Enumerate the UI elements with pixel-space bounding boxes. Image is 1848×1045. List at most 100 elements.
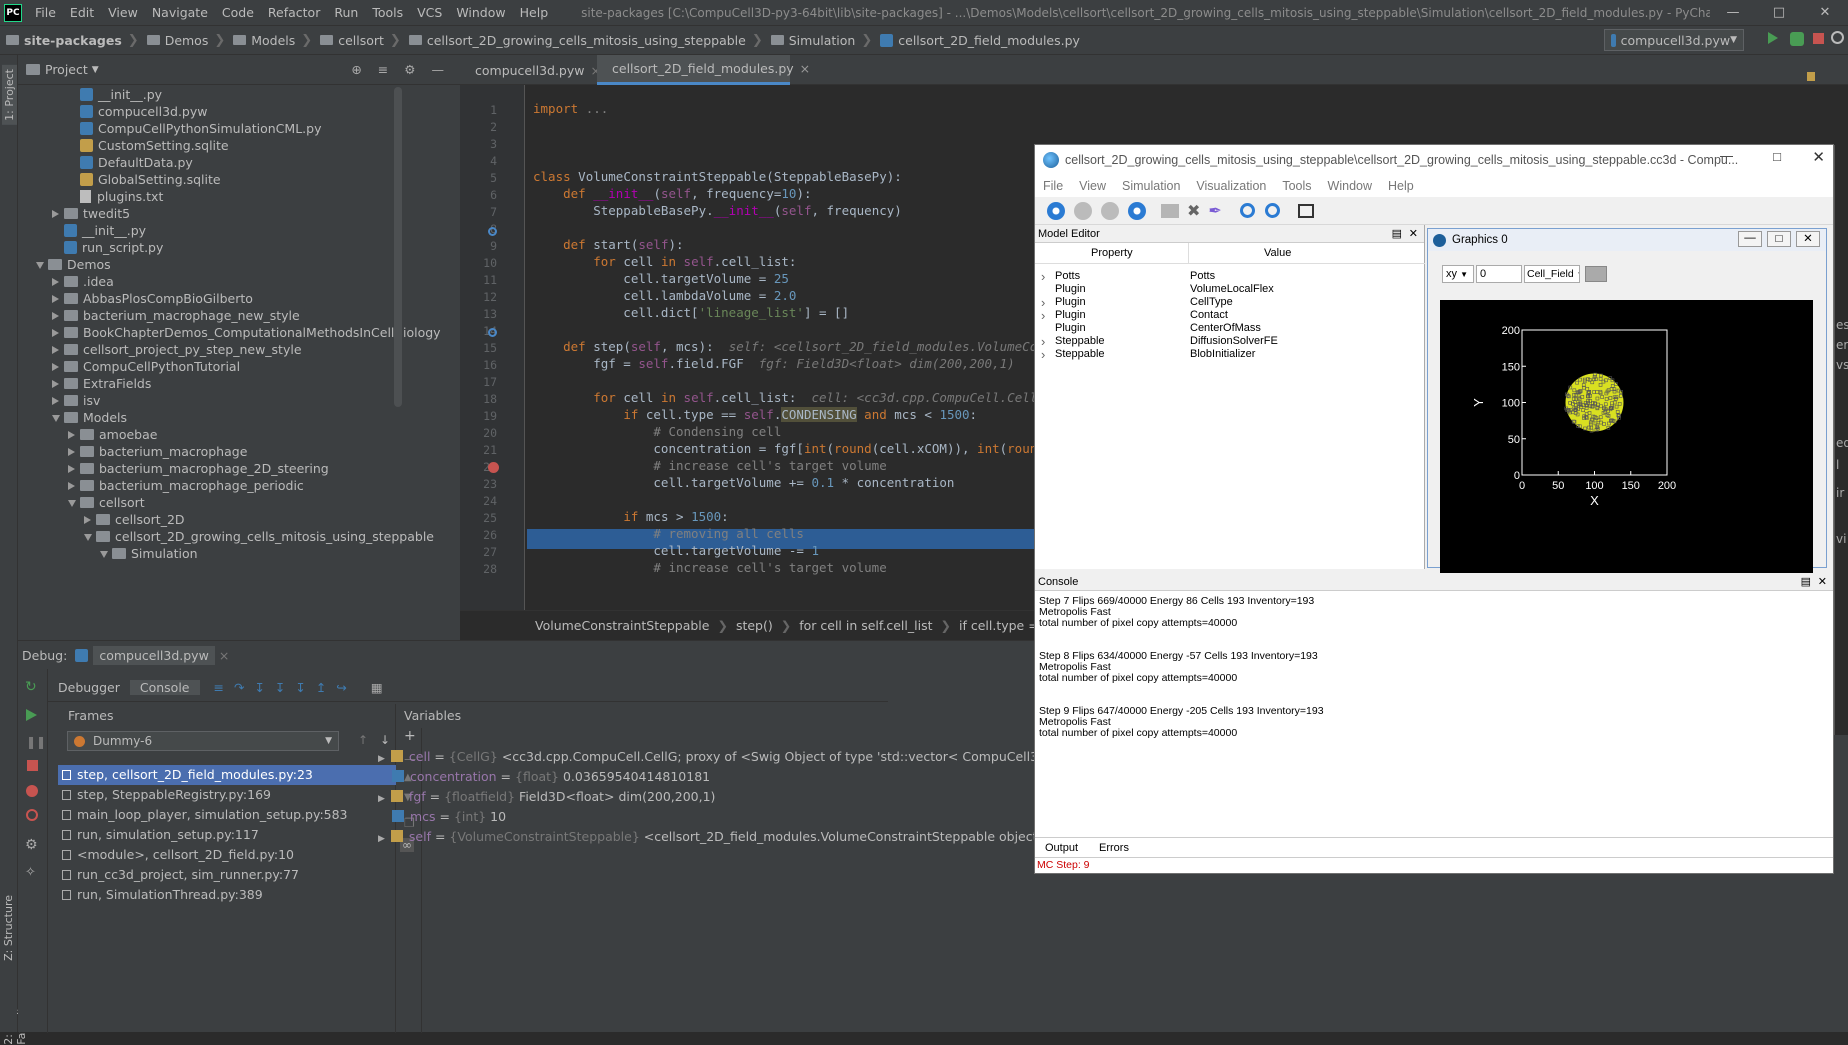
pin-icon[interactable]: ✧	[25, 865, 36, 880]
plane-select[interactable]: xy ▼	[1442, 265, 1474, 283]
new-window-icon[interactable]	[1297, 203, 1314, 218]
rerun-icon[interactable]: ↻	[25, 679, 37, 695]
arrow-up-icon[interactable]: ↑	[358, 733, 368, 747]
code-line[interactable]: cell.dict['lineage_list'] = []	[533, 303, 849, 323]
stack-frame[interactable]: step, cellsort_2D_field_modules.py:23	[58, 765, 396, 785]
breadcrumb-item[interactable]: Models	[227, 33, 299, 48]
menu-view[interactable]: View	[101, 5, 145, 20]
minimize-icon[interactable]: —	[1738, 231, 1762, 247]
float-dock-icon[interactable]: ▤	[1392, 225, 1402, 243]
code-line[interactable]: # increase cell's target volume	[533, 558, 886, 578]
close-tab-icon[interactable]: ×	[219, 648, 229, 663]
chevron-right-icon[interactable]	[52, 210, 59, 218]
float-dock-icon[interactable]: ▤	[1801, 573, 1811, 591]
stack-frame[interactable]: <module>, cellsort_2D_field.py:10	[58, 845, 396, 865]
tree-item[interactable]: Simulation	[100, 544, 198, 564]
chevron-down-icon[interactable]	[68, 500, 76, 507]
chevron-right-icon[interactable]: ›	[1041, 269, 1045, 284]
pause-icon[interactable]: ❚❚	[26, 735, 46, 749]
debug-config-tab[interactable]: compucell3d.pyw	[93, 645, 215, 665]
pause-icon[interactable]	[1101, 201, 1119, 220]
menu-file[interactable]: File	[28, 5, 63, 20]
field-select[interactable]: Cell_Field ▼	[1524, 265, 1580, 283]
stop-icon[interactable]	[1128, 201, 1146, 220]
locate-icon[interactable]: ⊕	[351, 62, 361, 77]
chevron-right-icon[interactable]: ▶	[378, 834, 385, 844]
cc3d-menu-help[interactable]: Help	[1380, 179, 1422, 193]
tab-compucell3d[interactable]: compucell3d.pyw ×	[460, 55, 601, 85]
add-watch-icon[interactable]: +	[404, 728, 416, 744]
code-line[interactable]: fgf = self.field.FGF fgf: Field3D<float>…	[533, 354, 1014, 374]
chevron-down-icon[interactable]	[52, 415, 60, 422]
breadcrumb-item[interactable]: cellsort_2D_field_modules.py	[874, 33, 1084, 48]
code-line[interactable]: SteppableBasePy.__init__(self, frequency…	[533, 201, 902, 221]
chevron-right-icon[interactable]: ▶	[378, 794, 385, 804]
variable-row[interactable]: mcs = {int} 10	[378, 807, 506, 827]
code-line[interactable]: cell.targetVolume += 0.1 * concentration	[533, 473, 954, 493]
gear-icon[interactable]: ⚙	[404, 62, 415, 77]
project-view-select[interactable]: Project	[45, 62, 88, 77]
stack-frame[interactable]: run, SimulationThread.py:389	[58, 885, 396, 905]
tab-output[interactable]: Output	[1039, 838, 1085, 858]
step-icon[interactable]	[1074, 201, 1092, 220]
cc3d-menu-simulation[interactable]: Simulation	[1114, 179, 1188, 193]
stack-frame[interactable]: run_cc3d_project, sim_runner.py:77	[58, 865, 396, 885]
value-column-header[interactable]: Value	[1264, 247, 1291, 259]
cc3d-menu-file[interactable]: File	[1035, 179, 1071, 193]
cc3d-menu-tools[interactable]: Tools	[1274, 179, 1319, 193]
resume-icon[interactable]	[26, 709, 37, 721]
property-column-header[interactable]: Property	[1091, 247, 1133, 259]
zoom-in-icon[interactable]	[1239, 203, 1255, 218]
edit-icon[interactable]: ✒	[1208, 201, 1221, 221]
chevron-right-icon[interactable]	[52, 380, 59, 388]
chevron-right-icon[interactable]	[68, 448, 75, 456]
thread-select[interactable]: Dummy-6 ▼	[67, 731, 339, 751]
chevron-right-icon[interactable]	[52, 397, 59, 405]
collapse-all-icon[interactable]: ≡	[378, 62, 388, 77]
inspection-warning-icon[interactable]	[1807, 72, 1815, 81]
arrow-down-icon[interactable]: ↓	[380, 733, 390, 747]
zoom-out-icon[interactable]	[1264, 203, 1280, 218]
menu-refactor[interactable]: Refactor	[261, 5, 327, 20]
breadcrumb-item[interactable]: Simulation	[765, 33, 860, 48]
restore-icon[interactable]: □	[1767, 231, 1791, 247]
cc3d-menu-visualization[interactable]: Visualization	[1188, 179, 1274, 193]
tab-errors[interactable]: Errors	[1093, 838, 1135, 858]
variable-row[interactable]: ▶ fgf = {floatfield} Field3D<float> dim(2…	[378, 787, 715, 807]
close-icon[interactable]: ✕	[1802, 5, 1848, 20]
run-configuration-select[interactable]: compucell3d.pyw ▼	[1604, 29, 1744, 51]
breadcrumb-item[interactable]: Demos	[141, 33, 213, 48]
cc3d-menu-window[interactable]: Window	[1320, 179, 1380, 193]
chevron-right-icon[interactable]	[68, 431, 75, 439]
chevron-right-icon[interactable]	[84, 516, 91, 524]
chevron-down-icon[interactable]	[84, 534, 92, 541]
menu-window[interactable]: Window	[449, 5, 512, 20]
property-cell[interactable]: Steppable	[1055, 347, 1105, 362]
menu-navigate[interactable]: Navigate	[145, 5, 215, 20]
evaluate-table-icon[interactable]: ▦	[371, 680, 383, 695]
variable-row[interactable]: ▶ cell = {CellG} <cc3d.cpp.CompuCell.Cell…	[378, 747, 1099, 767]
close-icon[interactable]: ✕	[1796, 231, 1820, 247]
step-buttons-icon[interactable]: ≡↷↧↧↧↥↪	[214, 680, 357, 695]
chevron-down-icon[interactable]	[100, 551, 108, 558]
menu-vcs[interactable]: VCS	[410, 5, 449, 20]
cell-field-canvas[interactable]: 0 50 100 150 200050100150200XY	[1440, 300, 1813, 573]
breadcrumb-item[interactable]: site-packages	[0, 33, 126, 48]
chevron-right-icon[interactable]	[52, 329, 59, 337]
code-breadcrumb-item[interactable]: for cell in self.cell_list	[799, 618, 932, 633]
value-cell[interactable]: BlobInitializer	[1190, 347, 1255, 362]
tools-icon[interactable]: ✖	[1187, 201, 1200, 221]
cc3d-menu-view[interactable]: View	[1071, 179, 1114, 193]
code-breadcrumb-item[interactable]: VolumeConstraintSteppable	[535, 618, 709, 633]
run-icon[interactable]	[1768, 32, 1778, 44]
chevron-right-icon[interactable]	[52, 363, 59, 371]
gear-icon[interactable]: ⚙	[25, 837, 38, 853]
project-tool-tab[interactable]: 1: Project	[2, 65, 17, 125]
chevron-down-icon[interactable]	[36, 262, 44, 269]
hide-panel-icon[interactable]: —	[432, 62, 445, 77]
stop-icon[interactable]	[27, 760, 38, 771]
menu-edit[interactable]: Edit	[63, 5, 101, 20]
tree-scrollbar[interactable]	[394, 87, 402, 407]
chevron-right-icon[interactable]	[52, 278, 59, 286]
chevron-right-icon[interactable]: ▶	[378, 754, 385, 764]
